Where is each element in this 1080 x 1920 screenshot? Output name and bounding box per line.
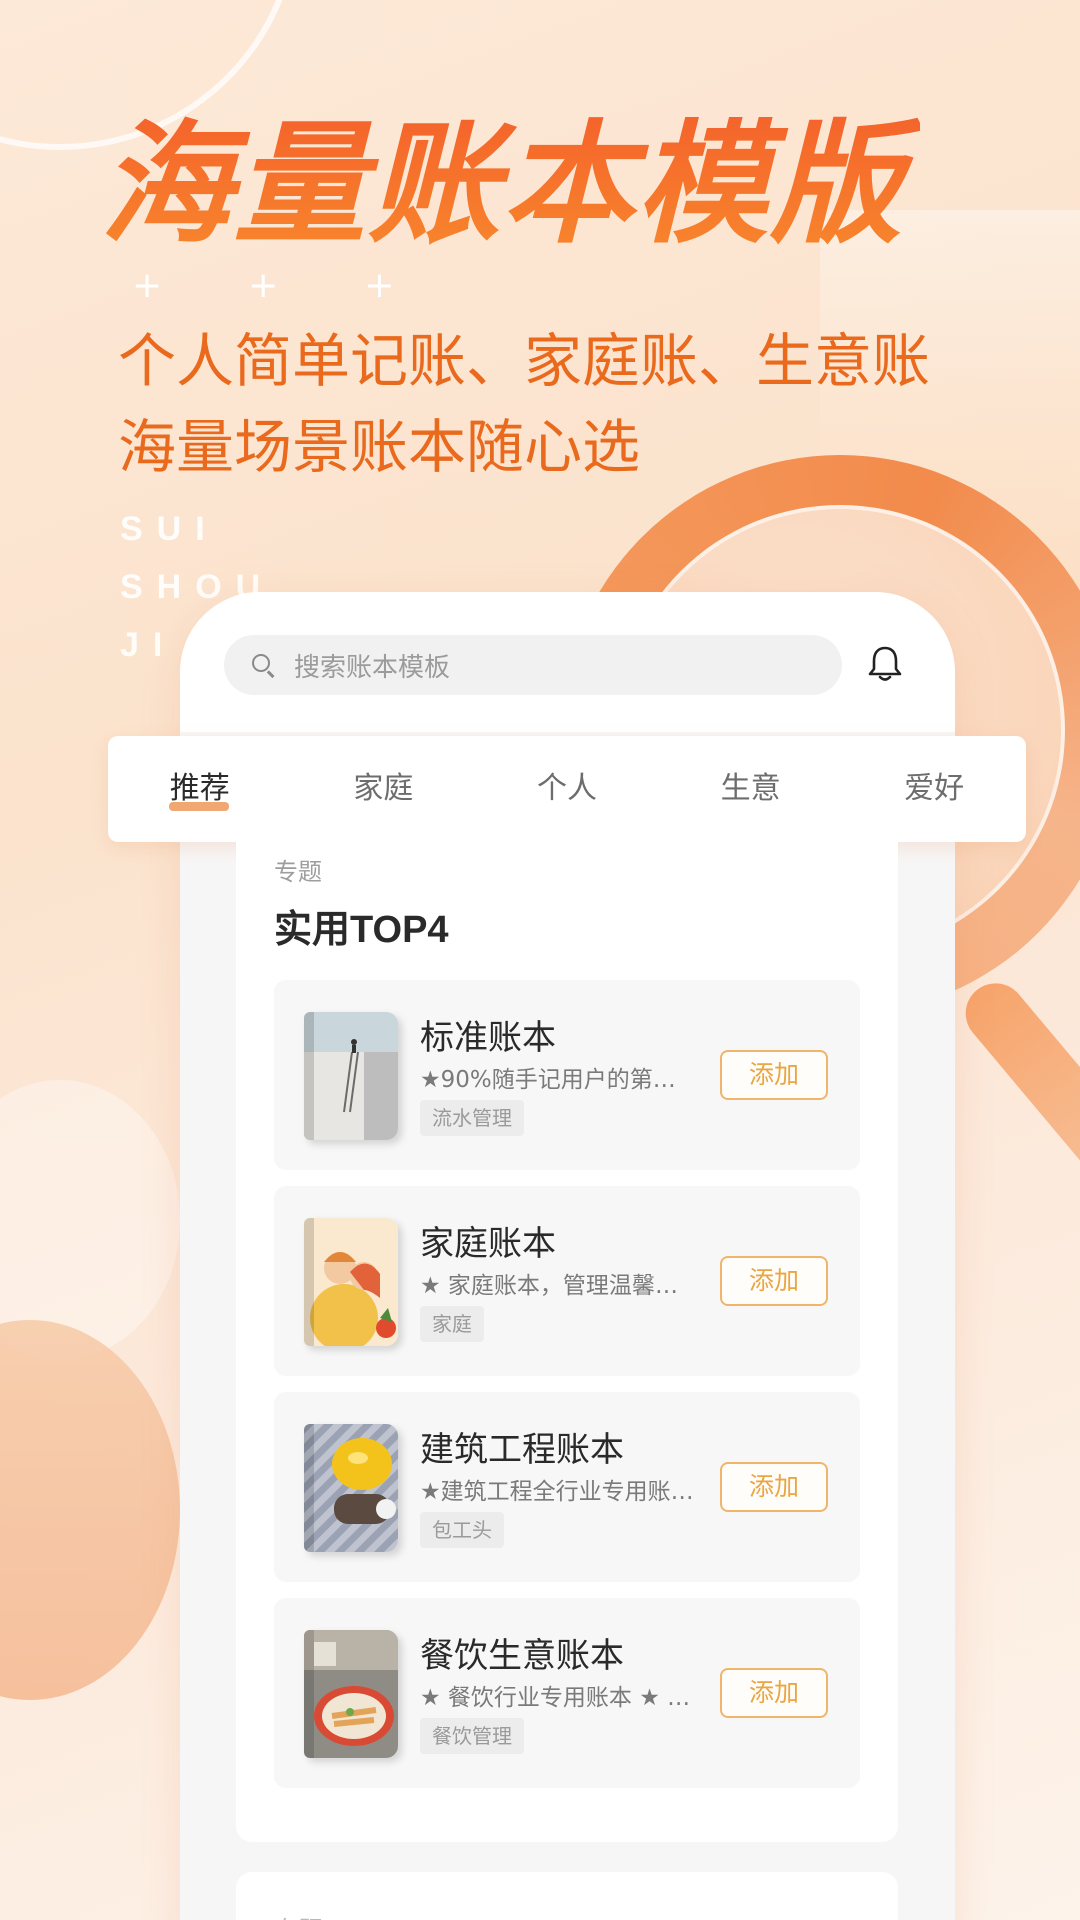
tab-label: 个人: [536, 771, 597, 806]
template-tag: 流水管理: [420, 1100, 524, 1136]
topic-card: 专题 实用TOP4 标准账本 ★90%随手记用户的第一… 流水管理 添加 家庭账…: [236, 842, 898, 1842]
template-item[interactable]: 餐饮生意账本 ★ 餐饮行业专用账本 ★ … 餐饮管理 添加: [274, 1598, 860, 1788]
hero-headline: 海量账本模版: [100, 110, 920, 260]
template-tag: 餐饮管理: [420, 1718, 524, 1754]
template-item[interactable]: 家庭账本 ★ 家庭账本，管理温馨小… 家庭 添加: [274, 1186, 860, 1376]
tab-business[interactable]: 生意: [659, 736, 843, 842]
tab-label: 家庭: [353, 771, 414, 806]
promo-screen: 海量账本模版 + + + 个人简单记账、家庭账、生意账 海量场景账本随心选 SU…: [0, 0, 1080, 1920]
decorative-blob: [0, 1320, 180, 1700]
tab-label: 推荐: [169, 771, 230, 806]
next-topic-label: 专题: [274, 1910, 322, 1920]
tab-family[interactable]: 家庭: [292, 736, 476, 842]
tab-personal[interactable]: 个人: [475, 736, 659, 842]
subtitle-line: 个人简单记账、家庭账、生意账: [118, 327, 931, 395]
template-title: 家庭账本: [420, 1224, 556, 1264]
category-tabs: 推荐 家庭 个人 生意 爱好: [108, 736, 1026, 842]
search-placeholder: 搜索账本模板: [294, 652, 451, 683]
brand-line: SUI: [120, 510, 219, 548]
template-description: ★ 家庭账本，管理温馨小…: [420, 1273, 696, 1299]
plus-mark: +: [248, 265, 279, 306]
tab-hobby[interactable]: 爱好: [842, 736, 1026, 842]
app-header: 搜索账本模板: [180, 592, 955, 732]
tab-recommended[interactable]: 推荐: [108, 736, 292, 842]
template-item[interactable]: 建筑工程账本 ★建筑工程全行业专用账… 包工头 添加: [274, 1392, 860, 1582]
search-icon: [250, 652, 276, 678]
tab-label: 生意: [720, 771, 781, 806]
add-button[interactable]: 添加: [720, 1256, 828, 1306]
book-cover: [304, 1630, 398, 1758]
plus-mark: +: [364, 265, 395, 306]
add-button[interactable]: 添加: [720, 1668, 828, 1718]
template-tag: 家庭: [420, 1306, 484, 1342]
decorative-magnifier-handle: [953, 971, 1080, 1209]
search-input[interactable]: 搜索账本模板: [224, 635, 842, 695]
template-description: ★ 餐饮行业专用账本 ★ …: [420, 1685, 691, 1711]
book-cover: [304, 1424, 398, 1552]
topic-title: 实用TOP4: [274, 909, 449, 951]
bell-icon[interactable]: [863, 642, 907, 686]
plus-decoration: + + +: [132, 266, 395, 306]
template-tag: 包工头: [420, 1512, 504, 1548]
template-title: 标准账本: [420, 1018, 556, 1058]
next-topic-card: 专题: [236, 1872, 898, 1920]
book-cover: [304, 1218, 398, 1346]
hero-subtitle: 个人简单记账、家庭账、生意账 海量场景账本随心选: [118, 318, 1018, 490]
active-tab-indicator: [169, 802, 229, 811]
topic-label: 专题: [274, 858, 322, 886]
plus-mark: +: [132, 265, 163, 306]
template-item[interactable]: 标准账本 ★90%随手记用户的第一… 流水管理 添加: [274, 980, 860, 1170]
template-description: ★建筑工程全行业专用账…: [420, 1479, 694, 1505]
add-button[interactable]: 添加: [720, 1050, 828, 1100]
template-description: ★90%随手记用户的第一…: [420, 1067, 696, 1093]
add-button[interactable]: 添加: [720, 1462, 828, 1512]
tab-label: 爱好: [904, 771, 965, 806]
template-title: 餐饮生意账本: [420, 1636, 624, 1676]
template-title: 建筑工程账本: [420, 1430, 624, 1470]
book-cover: [304, 1012, 398, 1140]
subtitle-line: 海量场景账本随心选: [118, 413, 641, 481]
decorative-blob: [0, 1080, 180, 1360]
